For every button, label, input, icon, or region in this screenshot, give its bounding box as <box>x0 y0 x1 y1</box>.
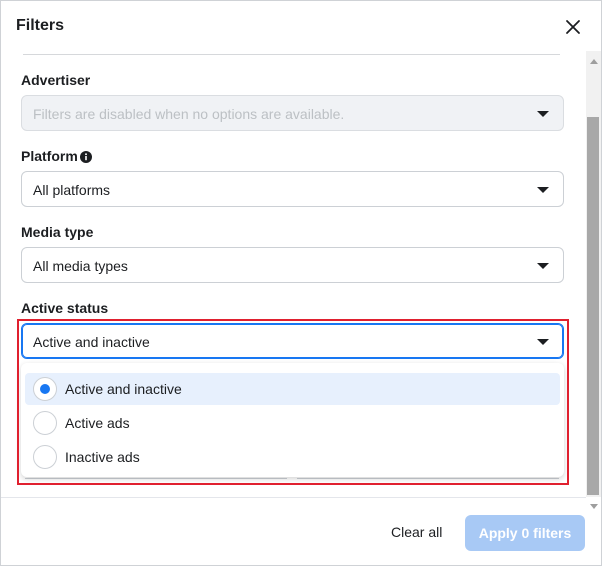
caret-down-icon <box>537 187 549 193</box>
scroll-down-icon[interactable] <box>590 504 598 509</box>
media-type-label: Media type <box>21 224 94 240</box>
clear-all-button[interactable]: Clear all <box>391 524 442 540</box>
active-status-label: Active status <box>21 300 109 316</box>
platform-value: All platforms <box>33 182 111 198</box>
close-icon <box>566 20 580 34</box>
advertiser-select: Filters are disabled when no options are… <box>21 95 564 131</box>
caret-down-icon <box>537 263 549 269</box>
caret-down-icon <box>537 111 549 117</box>
platform-select[interactable]: All platforms <box>21 171 564 207</box>
highlight-annotation <box>17 319 569 485</box>
advertiser-label: Advertiser <box>21 72 91 88</box>
platform-label: Platform <box>21 148 78 164</box>
close-button[interactable] <box>561 15 585 39</box>
media-type-select[interactable]: All media types <box>21 247 564 283</box>
dialog-title: Filters <box>16 17 65 34</box>
advertiser-placeholder: Filters are disabled when no options are… <box>33 106 345 122</box>
footer-divider <box>1 497 586 498</box>
top-divider <box>23 54 560 55</box>
media-type-value: All media types <box>33 258 128 274</box>
scrollbar-thumb[interactable] <box>587 117 599 495</box>
apply-filters-button[interactable]: Apply 0 filters <box>465 515 585 551</box>
info-icon[interactable] <box>80 151 92 163</box>
filters-dialog: Filters Advertiser Filters are disabled … <box>0 0 602 566</box>
scroll-up-icon[interactable] <box>590 59 598 64</box>
